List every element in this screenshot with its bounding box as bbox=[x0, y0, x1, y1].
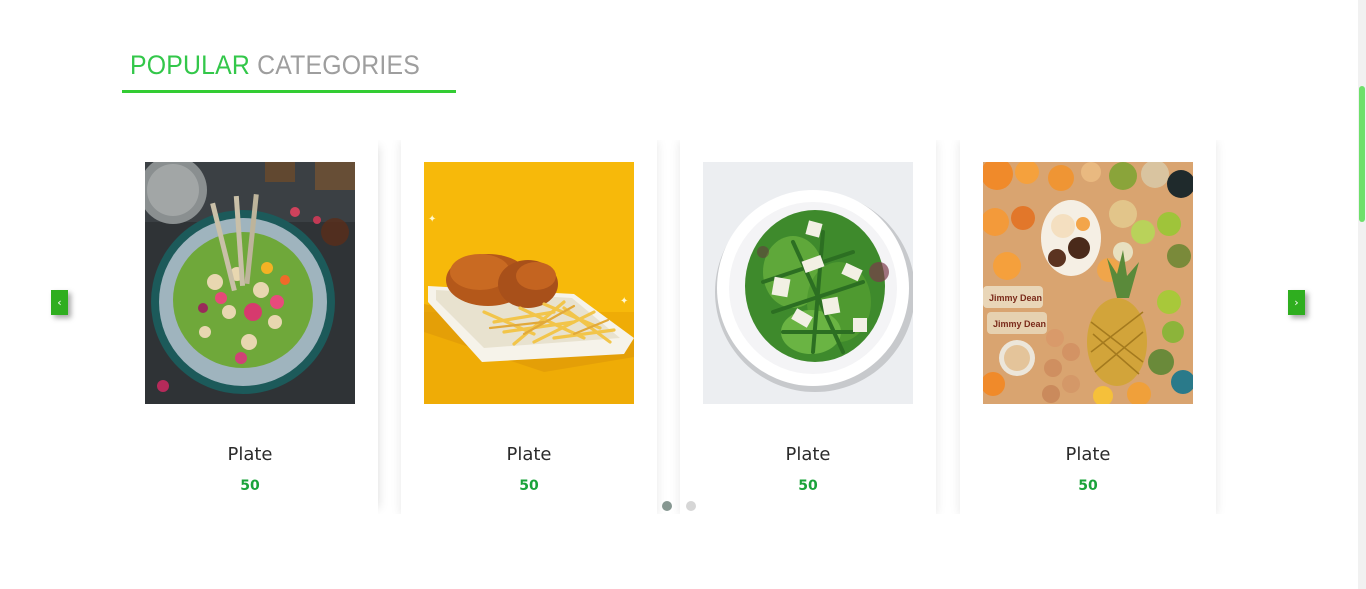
category-card[interactable]: Jimmy Dean Jimmy Dean Plate 50 bbox=[960, 140, 1216, 514]
carousel-dot-1[interactable] bbox=[662, 501, 672, 511]
category-name: Plate bbox=[227, 444, 273, 465]
svg-text:✦: ✦ bbox=[428, 214, 436, 225]
category-card[interactable]: Plate 50 bbox=[680, 140, 936, 514]
carousel-prev-button[interactable]: ‹ bbox=[51, 290, 68, 315]
category-card[interactable]: ✦ ✦ Plate 50 bbox=[401, 140, 657, 514]
section-title: POPULAR CATEGORIES bbox=[130, 48, 420, 82]
section-title-accent: POPULAR bbox=[130, 50, 251, 80]
category-name: Plate bbox=[1065, 444, 1111, 465]
category-name: Plate bbox=[785, 444, 831, 465]
page-scrollbar[interactable] bbox=[1358, 0, 1366, 589]
category-card[interactable]: Plate 50 bbox=[122, 140, 378, 514]
title-underline bbox=[122, 90, 456, 93]
svg-text:✦: ✦ bbox=[620, 296, 628, 307]
section-title-rest: CATEGORIES bbox=[257, 50, 420, 80]
scrollbar-thumb[interactable] bbox=[1359, 86, 1365, 222]
category-price: 50 bbox=[240, 478, 260, 494]
fried-chicken-fries-image: ✦ ✦ bbox=[424, 162, 634, 404]
category-price: 50 bbox=[519, 478, 539, 494]
page: POPULAR CATEGORIES Plate 50 ✦ ✦ Plate 50… bbox=[0, 0, 1366, 589]
category-name: Plate bbox=[506, 444, 552, 465]
salad-bowl-image bbox=[145, 162, 355, 404]
svg-text:Jimmy Dean: Jimmy Dean bbox=[993, 319, 1046, 329]
fruits-assortment-image: Jimmy Dean Jimmy Dean bbox=[983, 162, 1193, 404]
green-salad-plate-image bbox=[703, 162, 913, 404]
category-price: 50 bbox=[798, 478, 818, 494]
carousel-next-button[interactable]: › bbox=[1288, 290, 1305, 315]
categories-carousel: Plate 50 ✦ ✦ Plate 50 Plate 50 Jimmy Dea… bbox=[0, 140, 1366, 520]
category-price: 50 bbox=[1078, 478, 1098, 494]
svg-text:Jimmy Dean: Jimmy Dean bbox=[989, 293, 1042, 303]
carousel-dot-2[interactable] bbox=[686, 501, 696, 511]
